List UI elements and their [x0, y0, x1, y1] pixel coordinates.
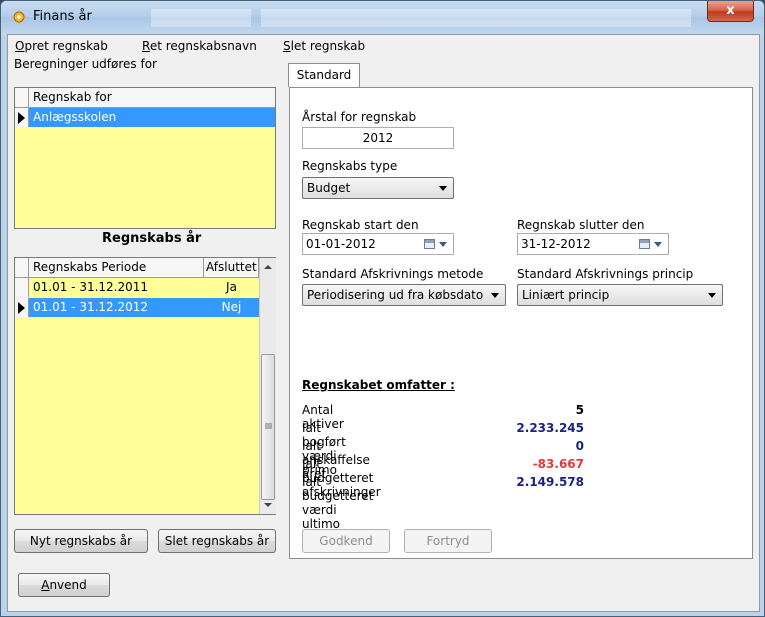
- scrollbar-thumb[interactable]: [261, 354, 275, 500]
- grip-icon: [265, 423, 272, 429]
- year-label: Årstal for regnskab: [302, 110, 417, 124]
- chevron-down-icon: [708, 293, 716, 298]
- menu-ret-regnskabsnavn-label: et regnskabsnavn: [149, 39, 257, 53]
- chevron-down-icon[interactable]: [439, 242, 447, 247]
- summary-title: Regnskabet omfatter :: [302, 378, 455, 392]
- scroll-up-icon[interactable]: [264, 264, 272, 270]
- years-grid[interactable]: Regnskabs Periode Afsluttet 01.01 - 31.1…: [14, 257, 276, 515]
- menu-bar: Opret regnskab Ret regnskabsnavn Slet re…: [8, 35, 759, 57]
- chevron-down-icon: [439, 186, 447, 191]
- depreciation-method-label: Standard Afskrivnings metode: [302, 267, 484, 281]
- cell-periode: 01.01 - 31.12.2012: [33, 300, 149, 314]
- window-title: Finans år: [33, 9, 92, 24]
- chevron-down-icon[interactable]: [654, 242, 662, 247]
- table-row[interactable]: 01.01 - 31.12.2012 Nej: [15, 298, 259, 317]
- summary-value-anskaffelse: 0: [575, 439, 584, 453]
- row-header-corner: [15, 88, 29, 107]
- row-indicator: [15, 298, 29, 317]
- end-date-label: Regnskab slutter den: [517, 218, 645, 232]
- table-row[interactable]: 01.01 - 31.12.2011 Ja: [15, 278, 259, 297]
- title-bar-reflection: [501, 9, 691, 27]
- cell-regnskab-name: Anlægsskolen: [33, 110, 117, 124]
- end-date-picker[interactable]: 31-12-2012: [517, 233, 669, 255]
- column-header-afsluttet[interactable]: Afsluttet: [204, 258, 259, 277]
- title-bar-reflection: [151, 9, 251, 27]
- client-area: Opret regnskab Ret regnskabsnavn Slet re…: [7, 34, 760, 612]
- depreciation-principle-select[interactable]: Liniært princip: [517, 284, 723, 306]
- apply-button[interactable]: Anvend: [18, 573, 110, 597]
- depreciation-method-select[interactable]: Periodisering ud fra købsdato: [302, 284, 506, 306]
- group-label-beregninger: Beregninger udføres for: [14, 57, 157, 71]
- menu-accelerator: R: [142, 39, 150, 53]
- menu-slet-regnskab-label: let regnskab: [290, 39, 366, 53]
- depreciation-method-value: Periodisering ud fra købsdato: [307, 288, 484, 302]
- menu-accelerator: S: [283, 39, 291, 53]
- summary-value-primo: 2.233.245: [516, 421, 584, 435]
- approve-button[interactable]: Godkend: [302, 529, 390, 553]
- summary-label-ultimo: Ialt budgetteret værdi ultimo: [302, 475, 374, 531]
- table-row[interactable]: Anlægsskolen: [15, 108, 275, 127]
- cell-afsluttet: Nej: [221, 300, 242, 314]
- summary-value-antal: 5: [575, 403, 584, 417]
- depreciation-principle-label: Standard Afskrivnings princip: [517, 267, 694, 281]
- years-grid-scrollbar[interactable]: [259, 258, 276, 514]
- scroll-down-icon[interactable]: [264, 502, 272, 508]
- title-bar-reflection: [261, 9, 501, 27]
- current-row-arrow-icon: [18, 112, 25, 124]
- summary-value-ultimo: 2.149.578: [516, 475, 584, 489]
- years-grid-header: Regnskabs Periode Afsluttet: [15, 258, 259, 278]
- new-year-button[interactable]: Nyt regnskabs år: [14, 529, 148, 553]
- chevron-down-icon: [491, 293, 499, 298]
- menu-slet-regnskab[interactable]: Slet regnskab: [283, 39, 365, 53]
- summary-value-afskrivninger: -83.667: [532, 457, 584, 471]
- apply-button-label: nvend: [49, 578, 87, 592]
- row-indicator: [15, 278, 29, 297]
- type-select-value: Budget: [307, 181, 351, 195]
- menu-opret-regnskab-label: pret regnskab: [24, 39, 108, 53]
- column-header-regnskab-for[interactable]: Regnskab for: [29, 88, 275, 107]
- regnskab-grid[interactable]: Regnskab for Anlægsskolen: [14, 87, 276, 229]
- cell-periode: 01.01 - 31.12.2011: [33, 280, 149, 294]
- menu-opret-regnskab[interactable]: Opret regnskab: [15, 39, 108, 53]
- cancel-button[interactable]: Fortryd: [404, 529, 492, 553]
- row-header-corner: [15, 258, 29, 277]
- start-date-value: 01-01-2012: [306, 237, 376, 251]
- row-indicator: [15, 108, 29, 127]
- calendar-icon[interactable]: [424, 239, 435, 249]
- start-date-picker[interactable]: 01-01-2012: [302, 233, 454, 255]
- close-button[interactable]: x: [707, 1, 754, 22]
- start-date-label: Regnskab start den: [302, 218, 419, 232]
- calendar-icon[interactable]: [639, 239, 650, 249]
- type-label: Regnskabs type: [302, 159, 398, 173]
- depreciation-principle-value: Liniært princip: [522, 288, 610, 302]
- app-window: Finans år x Opret regnskab Ret regnskabs…: [0, 0, 765, 617]
- current-row-arrow-icon: [18, 302, 25, 314]
- tab-standard[interactable]: Standard: [288, 63, 360, 87]
- cell-afsluttet: Ja: [226, 280, 237, 294]
- end-date-value: 31-12-2012: [521, 237, 591, 251]
- years-title: Regnskabs år: [102, 231, 202, 246]
- title-bar[interactable]: Finans år x: [1, 1, 764, 33]
- type-select[interactable]: Budget: [302, 177, 454, 199]
- year-input[interactable]: 2012: [302, 127, 454, 149]
- menu-ret-regnskabsnavn[interactable]: Ret regnskabsnavn: [142, 39, 257, 53]
- regnskab-grid-header: Regnskab for: [15, 88, 275, 108]
- delete-year-button[interactable]: Slet regnskabs år: [158, 529, 276, 553]
- app-icon: [11, 9, 27, 25]
- column-header-periode[interactable]: Regnskabs Periode: [29, 258, 204, 277]
